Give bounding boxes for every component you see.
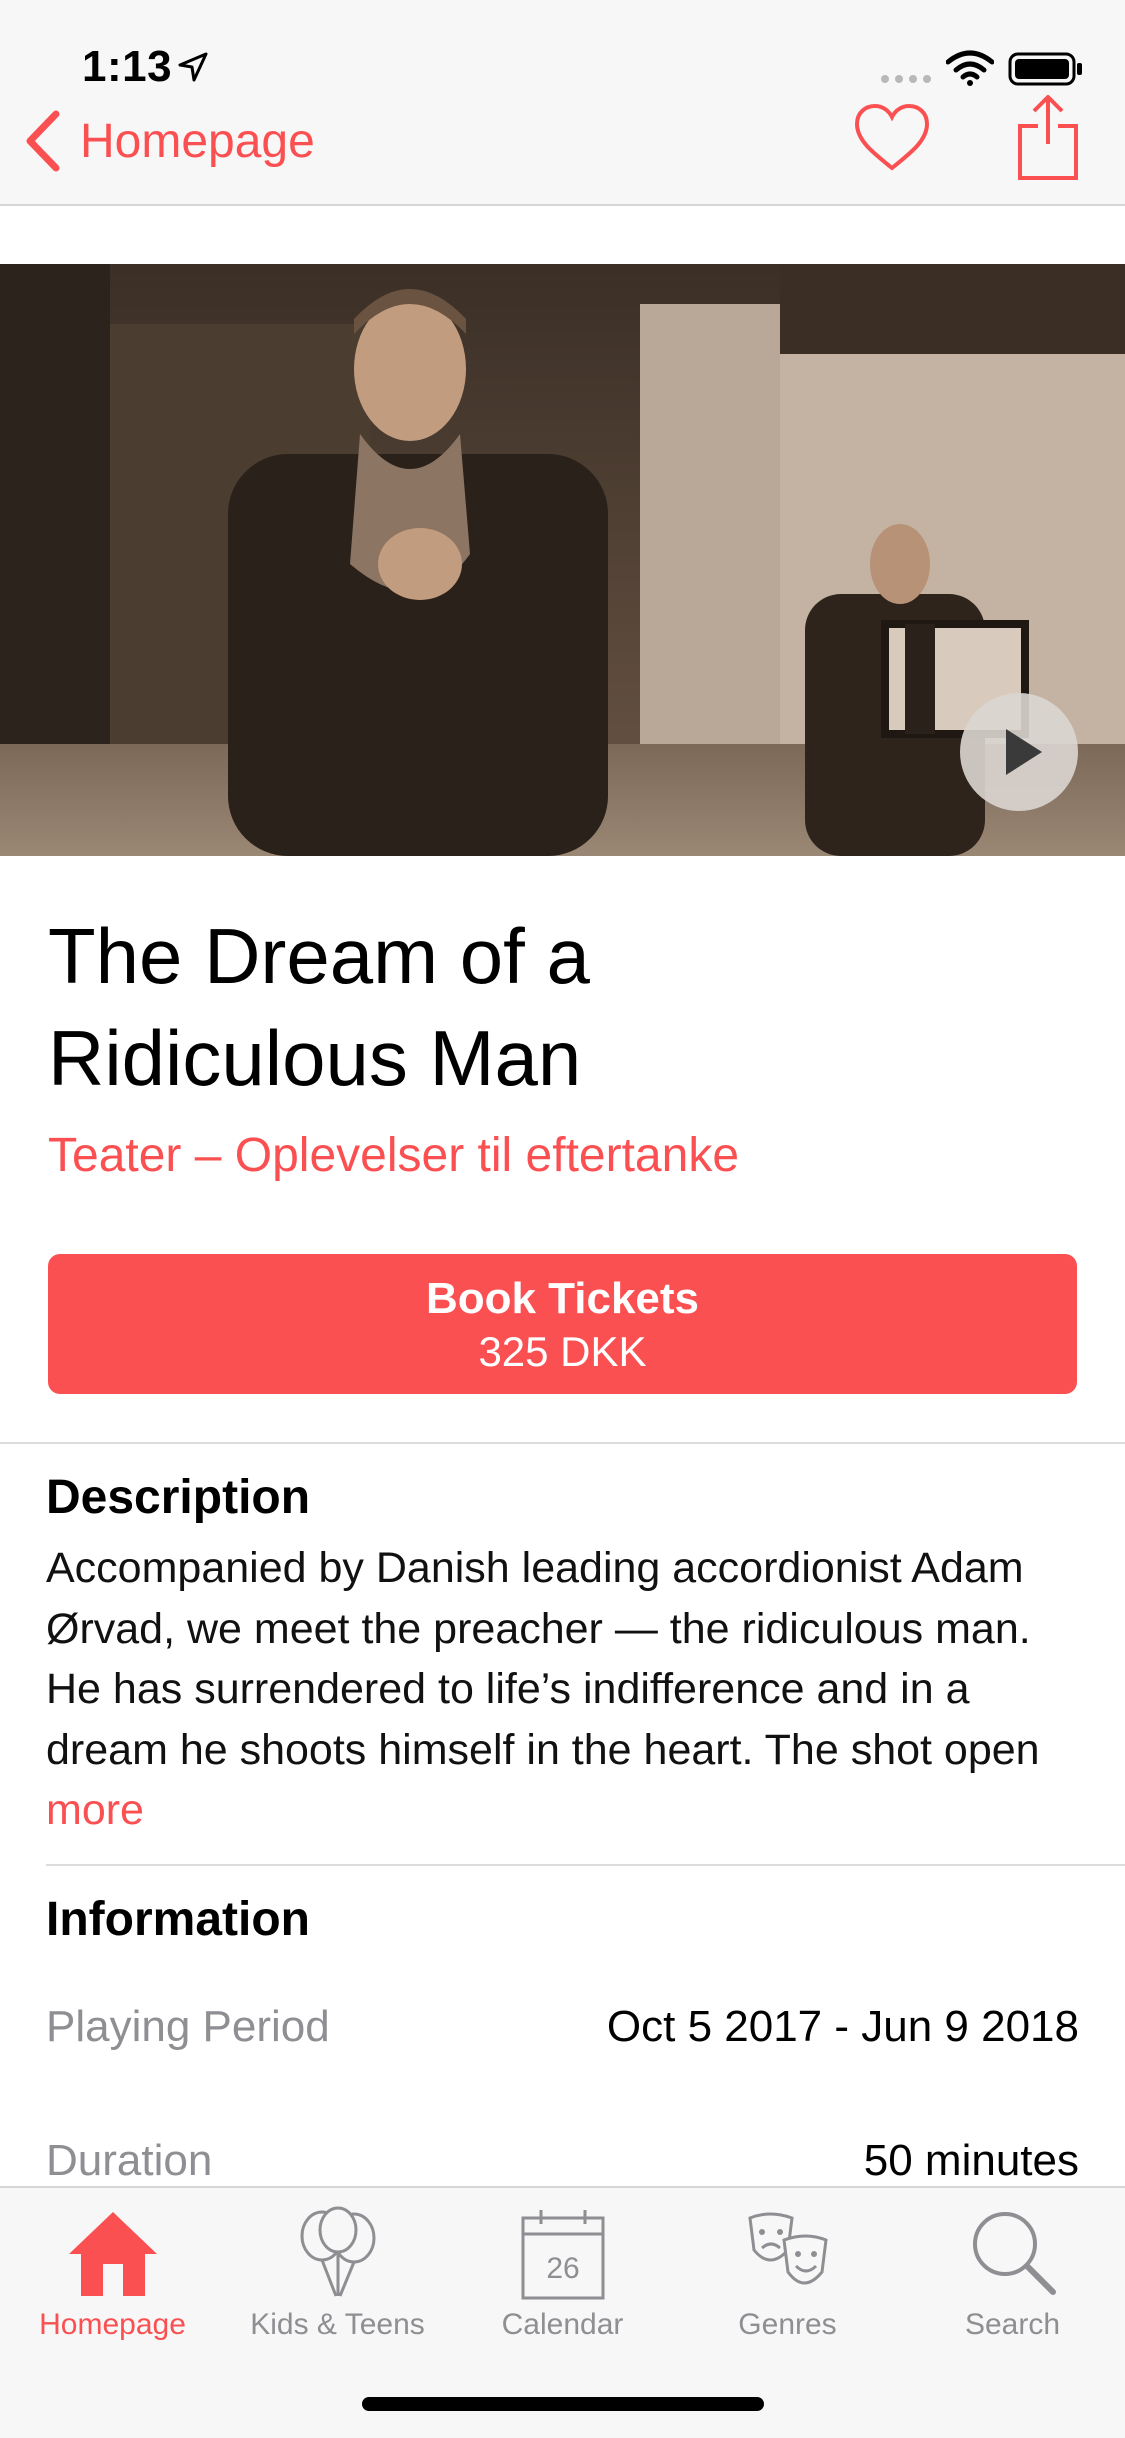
tab-homepage[interactable]: Homepage bbox=[0, 2206, 225, 2356]
play-video-button[interactable] bbox=[960, 693, 1078, 811]
navigation-bar: Homepage bbox=[0, 92, 1125, 206]
information-heading: Information bbox=[46, 1893, 310, 1946]
back-label: Homepage bbox=[80, 114, 315, 168]
cellular-signal-icon bbox=[881, 75, 931, 83]
event-title: The Dream of a Ridiculous Man bbox=[48, 905, 948, 1109]
balloons-icon bbox=[300, 2206, 375, 2297]
theater-masks-icon bbox=[747, 2212, 828, 2285]
info-label-duration: Duration bbox=[46, 2136, 213, 2185]
divider bbox=[46, 1864, 1125, 1866]
battery-icon bbox=[1008, 52, 1082, 86]
description-body: Accompanied by Danish leading accordioni… bbox=[46, 1544, 1040, 1774]
status-time: 1:13 bbox=[82, 42, 173, 91]
info-value-duration: 50 minutes bbox=[863, 2136, 1079, 2185]
back-button[interactable]: Homepage bbox=[22, 106, 315, 176]
more-link[interactable]: more bbox=[46, 1786, 144, 1834]
event-title-line-1: The Dream of a bbox=[48, 912, 590, 1000]
tab-label: Homepage bbox=[39, 2308, 186, 2341]
heart-icon[interactable] bbox=[852, 98, 932, 178]
hero-photo bbox=[0, 264, 1125, 856]
tab-kids-teens[interactable]: Kids & Teens bbox=[225, 2206, 450, 2356]
play-icon bbox=[1006, 729, 1042, 775]
tab-label: Kids & Teens bbox=[250, 2308, 425, 2341]
calendar-icon: 26 bbox=[521, 2210, 604, 2300]
event-subtitle: Teater – Oplevelser til eftertanke bbox=[48, 1129, 740, 1182]
house-icon bbox=[68, 2212, 157, 2296]
book-tickets-button[interactable]: Book Tickets 325 DKK bbox=[48, 1254, 1077, 1394]
tab-label: Search bbox=[964, 2308, 1061, 2341]
chevron-left-icon bbox=[26, 110, 60, 172]
tab-calendar[interactable]: 26 Calendar bbox=[450, 2206, 675, 2356]
wifi-icon bbox=[946, 50, 994, 86]
ticket-price: 325 DKK bbox=[478, 1328, 647, 1375]
event-title-line-2: Ridiculous Man bbox=[48, 1014, 582, 1102]
calendar-day: 26 bbox=[546, 2252, 579, 2285]
description-heading: Description bbox=[46, 1471, 311, 1524]
search-icon bbox=[972, 2212, 1056, 2295]
tab-search[interactable]: Search bbox=[900, 2206, 1125, 2356]
tab-genres[interactable]: Genres bbox=[675, 2206, 900, 2356]
info-label-playing-period: Playing Period bbox=[46, 2002, 330, 2051]
tab-label: Calendar bbox=[501, 2308, 624, 2341]
performer-photo bbox=[0, 264, 1125, 856]
divider bbox=[0, 1442, 1125, 1444]
description-text: Accompanied by Danish leading accordioni… bbox=[46, 1538, 1086, 1841]
info-value-playing-period: Oct 5 2017 - Jun 9 2018 bbox=[606, 2002, 1079, 2051]
tab-label: Genres bbox=[738, 2308, 837, 2341]
location-arrow-icon bbox=[178, 52, 208, 82]
share-icon[interactable] bbox=[1016, 92, 1080, 182]
home-indicator[interactable] bbox=[362, 2397, 764, 2411]
book-tickets-label: Book Tickets bbox=[425, 1274, 700, 1323]
